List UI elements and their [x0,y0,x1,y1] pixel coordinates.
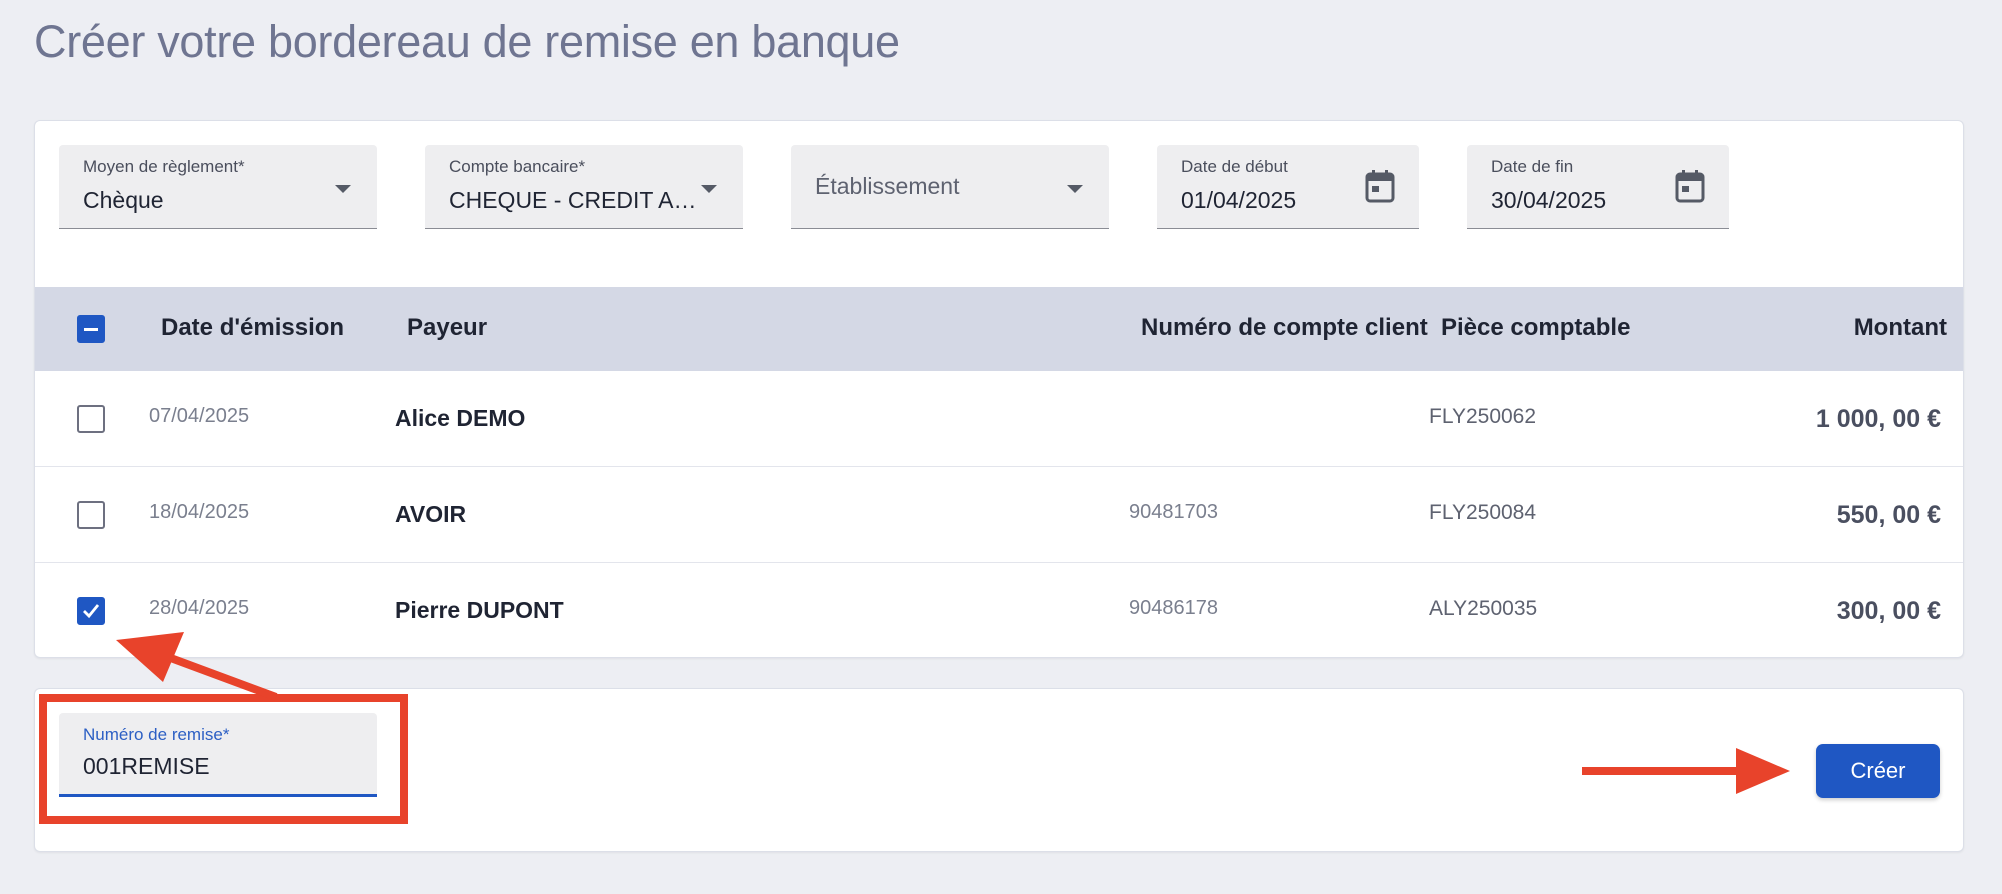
remise-number-label: Numéro de remise* [83,725,230,744]
header-account: Numéro de compte client [1141,314,1428,341]
calendar-icon[interactable] [1365,169,1395,203]
minus-icon [84,328,98,331]
payment-method-select[interactable]: Moyen de règlement* Chèque [59,145,377,229]
row-piece: ALY250035 [1429,597,1538,620]
create-button[interactable]: Créer [1816,744,1940,798]
row-amount: 300, 00 € [1836,597,1941,625]
row-date: 28/04/2025 [149,597,250,619]
start-date-value: 01/04/2025 [1181,187,1297,213]
header-date: Date d'émission [161,314,345,341]
table-header: Date d'émission Payeur Numéro de compte … [35,287,1963,371]
start-date-field[interactable]: Date de début 01/04/2025 [1157,145,1419,229]
select-all-checkbox[interactable] [77,315,105,343]
table-row[interactable]: 18/04/2025 AVOIR 90481703 FLY250084 550,… [35,467,1963,563]
header-amount: Montant [1853,314,1947,341]
table-row[interactable]: 07/04/2025 Alice DEMO FLY250062 1 000, 0… [35,371,1963,467]
establishment-select[interactable]: Établissement [791,145,1109,229]
payment-method-value: Chèque [83,187,164,213]
establishment-placeholder: Établissement [815,173,960,199]
row-payer: Pierre DUPONT [395,597,564,623]
start-date-label: Date de début [1181,157,1288,176]
calendar-icon[interactable] [1675,169,1705,203]
bank-account-label: Compte bancaire* [449,157,586,176]
remise-number-value: 001REMISE [83,753,210,779]
table-row[interactable]: 28/04/2025 Pierre DUPONT 90486178 ALY250… [35,563,1963,657]
row-piece: FLY250084 [1429,501,1537,524]
remise-card: Numéro de remise* 001REMISE [34,688,1964,852]
row-amount: 550, 00 € [1836,501,1941,529]
payment-method-label: Moyen de règlement* [83,157,245,176]
row-account: 90486178 [1129,597,1218,619]
end-date-field[interactable]: Date de fin 30/04/2025 [1467,145,1729,229]
chevron-down-icon [1067,185,1083,193]
end-date-label: Date de fin [1491,157,1574,176]
bank-account-value: CHEQUE - CREDIT AGRI… [449,187,711,213]
row-checkbox[interactable] [77,597,105,625]
row-payer: Alice DEMO [395,405,526,431]
row-payer: AVOIR [395,501,467,527]
page-title: Créer votre bordereau de remise en banqu… [34,16,900,67]
filters-table-card: Moyen de règlement* Chèque Compte bancai… [34,120,1964,658]
row-date: 18/04/2025 [149,501,250,523]
row-checkbox[interactable] [77,405,105,433]
chevron-down-icon [701,185,717,193]
checkmark-icon [83,604,100,619]
bank-account-select[interactable]: Compte bancaire* CHEQUE - CREDIT AGRI… [425,145,743,229]
end-date-value: 30/04/2025 [1491,187,1607,213]
row-amount: 1 000, 00 € [1815,405,1941,433]
chevron-down-icon [335,185,351,193]
header-payer: Payeur [407,314,488,341]
row-checkbox[interactable] [77,501,105,529]
header-piece: Pièce comptable [1441,314,1631,341]
row-account: 90481703 [1129,501,1218,523]
remise-number-input[interactable]: Numéro de remise* 001REMISE [59,713,377,797]
row-piece: FLY250062 [1429,405,1537,428]
row-date: 07/04/2025 [149,405,250,427]
